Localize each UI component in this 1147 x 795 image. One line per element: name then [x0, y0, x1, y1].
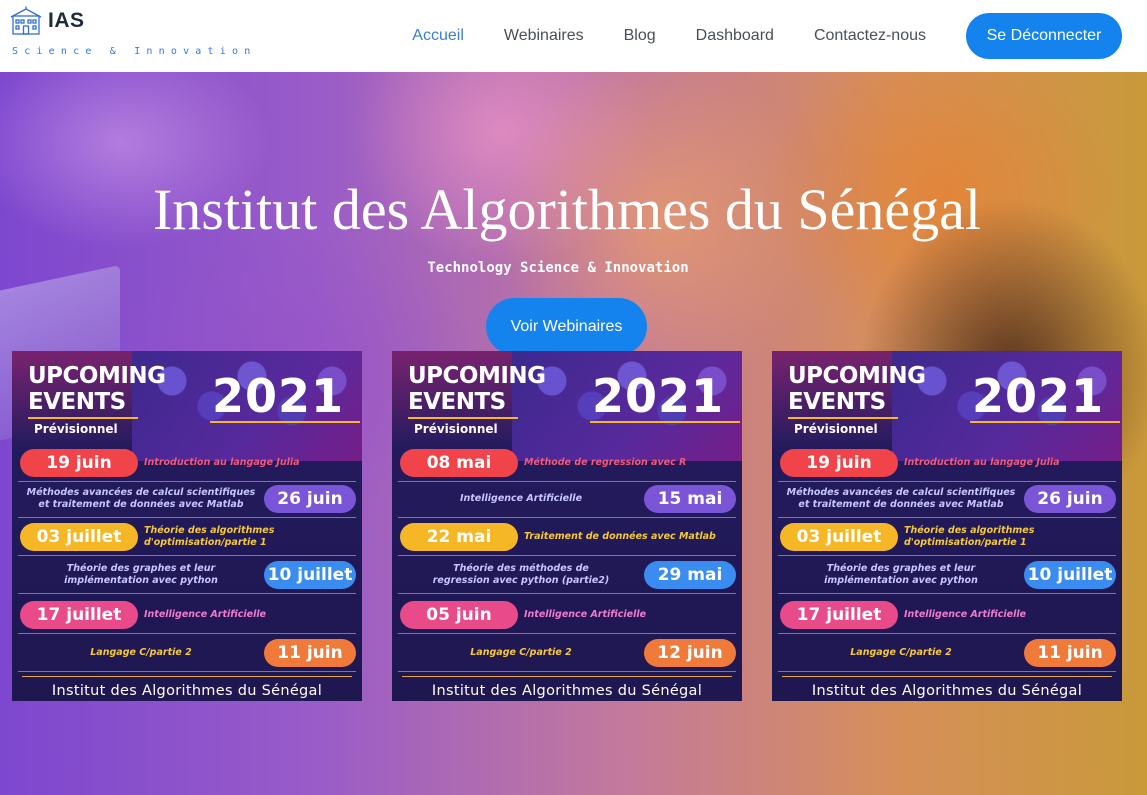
poster-event-topic: Méthodes avancées de calcul scientifique…: [26, 487, 256, 510]
poster-event-date: 22 mai: [400, 523, 518, 551]
poster-event-date: 03 juillet: [20, 523, 138, 551]
navbar: IAS Science & Innovation Accueil Webinai…: [0, 0, 1147, 72]
poster-event-topic: Introduction au langage Julia: [144, 457, 300, 468]
poster-events-word: EVENTS: [408, 389, 506, 415]
poster-event-date: 17 juillet: [780, 601, 898, 629]
poster-previsionnel: Prévisionnel: [414, 422, 498, 436]
poster-event-topic: Introduction au langage Julia: [904, 457, 1060, 468]
poster-row-separator: [398, 633, 736, 634]
poster-event-topic: Méthode de regression avec R: [524, 457, 687, 468]
poster-event-topic: Traitement de données avec Matlab: [524, 531, 716, 542]
poster-heading-underline: [28, 417, 138, 419]
poster-event-date: 03 juillet: [780, 523, 898, 551]
nav-link-dashboard[interactable]: Dashboard: [696, 27, 774, 45]
poster-event-topic: Langage C/partie 2: [850, 647, 952, 658]
event-poster[interactable]: UPCOMING EVENTS Prévisionnel 2021 08 mai Méth…: [392, 351, 742, 701]
poster-events-word: EVENTS: [788, 389, 886, 415]
poster-row-separator: [398, 481, 736, 482]
poster-row-separator: [18, 481, 356, 482]
poster-event-date: 10 juillet: [264, 561, 356, 589]
brand-logo-link[interactable]: IAS Science & Innovation: [10, 6, 256, 57]
poster-row-separator: [778, 555, 1116, 556]
poster-event-date: 05 juin: [400, 601, 518, 629]
poster-year: 2021: [592, 369, 725, 423]
poster-upcoming-heading: UPCOMING EVENTS: [28, 363, 166, 415]
poster-footer: Institut des Algorithmes du Sénégal: [431, 683, 703, 699]
poster-event-date: 10 juillet: [1024, 561, 1116, 589]
poster-row-separator: [778, 517, 1116, 518]
poster-event-date: 17 juillet: [20, 601, 138, 629]
view-webinars-button[interactable]: Voir Webinaires: [486, 298, 647, 355]
nav-link-webinaires[interactable]: Webinaires: [504, 27, 584, 45]
nav-link-blog[interactable]: Blog: [624, 27, 656, 45]
poster-event-topic: Théorie des algorithmes d'optimisation/p…: [904, 525, 1035, 548]
poster-upcoming-word: UPCOMING: [408, 363, 546, 389]
poster-events-word: EVENTS: [28, 389, 126, 415]
building-icon: [10, 6, 42, 36]
poster-event-date: 08 mai: [400, 449, 518, 477]
poster-upcoming-heading: UPCOMING EVENTS: [788, 363, 926, 415]
poster-row-separator: [398, 555, 736, 556]
poster-event-topic: Intelligence Artificielle: [459, 493, 583, 504]
poster-event-date: 19 juin: [20, 449, 138, 477]
poster-upcoming-heading: UPCOMING EVENTS: [408, 363, 546, 415]
poster-footer-line: [22, 676, 352, 677]
nav-link-contact[interactable]: Contactez-nous: [814, 27, 926, 45]
event-poster[interactable]: UPCOMING EVENTS Prévisionnel 2021 19 juin Int…: [772, 351, 1122, 701]
poster-event-topic: Théorie des graphes et leur implémentati…: [64, 563, 218, 586]
poster-event-date: 11 juin: [1024, 639, 1116, 667]
poster-upcoming-word: UPCOMING: [788, 363, 926, 389]
poster-upcoming-word: UPCOMING: [28, 363, 166, 389]
poster-footer: Institut des Algorithmes du Sénégal: [51, 683, 323, 699]
poster-row-separator: [398, 671, 736, 672]
poster-event-topic: Théorie des graphes et leur implémentati…: [824, 563, 978, 586]
poster-row-separator: [398, 517, 736, 518]
brand-tagline: Science & Innovation: [12, 46, 257, 57]
hero-title: Institut des Algorithmes du Sénégal: [152, 177, 982, 242]
poster-event-topic: Intelligence Artificielle: [144, 609, 267, 620]
brand-name: IAS: [48, 9, 85, 32]
poster-row-separator: [18, 671, 356, 672]
poster-footer: Institut des Algorithmes du Sénégal: [811, 683, 1083, 699]
poster-row-separator: [18, 517, 356, 518]
poster-heading-underline: [788, 417, 898, 419]
poster-row-separator: [18, 555, 356, 556]
poster-previsionnel: Prévisionnel: [34, 422, 118, 436]
poster-row-separator: [778, 671, 1116, 672]
poster-year: 2021: [212, 369, 345, 423]
hero-subtitle: Technology Science & Innovation: [427, 260, 689, 276]
poster-event-topic: Intelligence Artificielle: [524, 609, 647, 620]
poster-year-underline: [210, 421, 360, 423]
poster-event-date: 26 juin: [264, 485, 356, 513]
nav-link-accueil[interactable]: Accueil: [412, 27, 464, 45]
logout-button[interactable]: Se Déconnecter: [966, 13, 1122, 59]
poster-heading-underline: [408, 417, 518, 419]
poster-year-underline: [590, 421, 740, 423]
poster-row-separator: [18, 593, 356, 594]
poster-event-date: 19 juin: [780, 449, 898, 477]
poster-event-topic: Langage C/partie 2: [470, 647, 572, 658]
poster-year-underline: [970, 421, 1120, 423]
event-poster[interactable]: UPCOMING EVENTS Prévisionnel 2021 19 juin Int…: [12, 351, 362, 701]
poster-year: 2021: [972, 369, 1105, 423]
poster-event-topic: Méthodes avancées de calcul scientifique…: [786, 487, 1016, 510]
poster-row-separator: [398, 593, 736, 594]
poster-event-date: 15 mai: [644, 485, 736, 513]
poster-row-separator: [18, 633, 356, 634]
poster-event-date: 11 juin: [264, 639, 356, 667]
poster-row-separator: [778, 481, 1116, 482]
poster-footer-line: [782, 676, 1112, 677]
poster-footer-line: [402, 676, 732, 677]
poster-row-separator: [778, 633, 1116, 634]
poster-event-date: 26 juin: [1024, 485, 1116, 513]
main-nav: Accueil Webinaires Blog Dashboard Contac…: [412, 0, 1147, 72]
poster-event-topic: Théorie des algorithmes d'optimisation/p…: [144, 525, 275, 548]
poster-event-topic: Intelligence Artificielle: [904, 609, 1027, 620]
poster-previsionnel: Prévisionnel: [794, 422, 878, 436]
poster-event-date: 29 mai: [644, 561, 736, 589]
poster-event-topic: Langage C/partie 2: [90, 647, 192, 658]
poster-row-separator: [778, 593, 1116, 594]
poster-event-topic: Théorie des méthodes de regression avec …: [432, 563, 610, 586]
poster-event-date: 12 juin: [644, 639, 736, 667]
